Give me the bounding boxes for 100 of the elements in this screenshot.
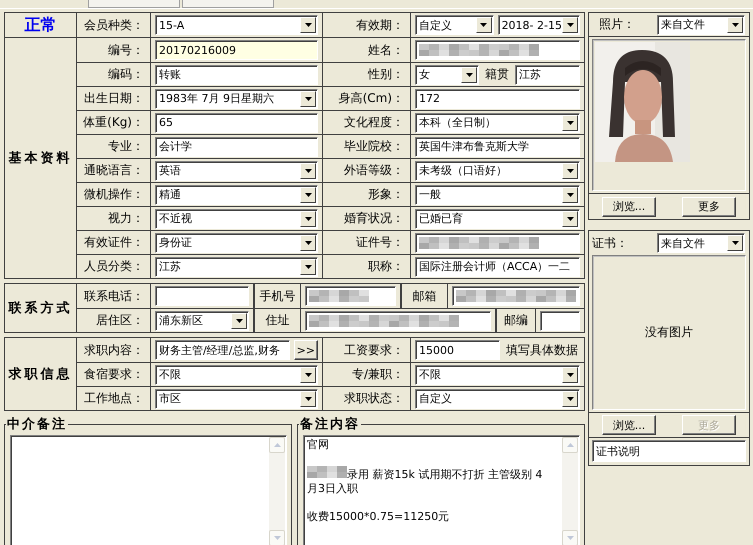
dropdown-field[interactable]: 不限 (415, 364, 580, 384)
dropdown-field[interactable]: 15-A (155, 15, 318, 35)
field-label: 人员分类： (84, 258, 144, 275)
field-label: 工作地点： (84, 390, 144, 407)
dropdown-arrow-button[interactable] (562, 186, 578, 202)
dropdown-arrow-button[interactable] (231, 312, 247, 328)
dropdown-arrow-button[interactable] (562, 366, 578, 382)
text-field[interactable]: 财务主管/经理/总监,财务 (155, 340, 290, 360)
field-label: 出生日期： (84, 90, 144, 107)
dropdown-arrow-button[interactable] (300, 258, 316, 274)
dropdown-field[interactable]: 不限 (155, 364, 318, 384)
dropdown-arrow-button[interactable] (300, 17, 316, 33)
dropdown-field[interactable]: 精通 (155, 184, 318, 204)
field-label: 毕业院校： (344, 138, 404, 155)
text-field[interactable] (415, 40, 580, 60)
caret-icon (732, 22, 738, 26)
group-title: 备注内容 (299, 416, 361, 433)
dropdown-field[interactable]: 自定义 (415, 15, 494, 35)
text-field[interactable]: 江苏 (515, 64, 580, 84)
caret-icon (304, 192, 312, 196)
field-label: 专/兼职： (352, 366, 404, 383)
caret-icon (566, 216, 574, 220)
text-field[interactable]: 15000 (415, 340, 500, 360)
dropdown-arrow-button[interactable] (300, 234, 316, 250)
caret-icon (304, 264, 312, 268)
dropdown-arrow-button[interactable] (300, 186, 316, 202)
text-field[interactable]: 英国牛津布鲁克斯大学 (415, 136, 580, 156)
field-label: 职称： (368, 258, 404, 275)
dropdown-field[interactable]: 女 (415, 64, 479, 84)
dropdown-field[interactable]: 本科（全日制） (415, 112, 580, 132)
browse-button[interactable]: 浏览... (602, 415, 656, 435)
dropdown-arrow-button[interactable] (727, 16, 743, 32)
dropdown-field[interactable]: 未考级（口语好） (415, 160, 580, 180)
dropdown-field[interactable]: 来自文件 (657, 14, 745, 34)
dropdown-field[interactable]: 1983年 7月 9日星期六 (155, 88, 318, 108)
dropdown-arrow-button[interactable] (461, 66, 477, 82)
section-title: 基本资料 (8, 150, 72, 167)
remarks-field[interactable]: 官网 录用 薪资15k 试用期不打折 主管级别 4月3日入职 收费15000*0.75=11250元 (303, 435, 580, 545)
dropdown-field[interactable]: 自定义 (415, 388, 580, 408)
browse-button[interactable]: 浏览... (602, 196, 656, 216)
field-label: 会员种类： (84, 16, 144, 34)
text-field[interactable] (415, 232, 580, 252)
text-field[interactable]: 会计学 (155, 136, 318, 156)
field-label: 外语等级： (344, 162, 404, 179)
dropdown-field[interactable]: 已婚已育 (415, 208, 580, 228)
caret-icon (466, 72, 472, 76)
dropdown-arrow-button[interactable] (562, 210, 578, 226)
caret-icon (566, 23, 574, 27)
text-field[interactable]: 65 (155, 112, 318, 132)
field-label: 籍贯 (484, 66, 510, 83)
field-label: 专业： (108, 138, 144, 155)
note-text: 录用 薪资15k 试用期不打折 主管级别 4月3日入职 (307, 466, 544, 496)
dropdown-field[interactable]: 2018- 2-15 (498, 15, 580, 35)
caret-icon (304, 96, 312, 100)
field-label: 姓名： (368, 42, 404, 58)
dropdown-arrow-button[interactable] (562, 162, 578, 178)
text-field[interactable] (452, 286, 580, 306)
dropdown-arrow-button[interactable] (562, 390, 578, 406)
field-label: 有效期： (356, 16, 404, 34)
dropdown-arrow-button[interactable] (300, 366, 316, 382)
dropdown-field[interactable]: 身份证 (155, 232, 318, 252)
text-field[interactable]: 20170216009 (155, 40, 318, 60)
note-text: 官网 (307, 438, 330, 452)
dropdown-arrow-button[interactable] (476, 17, 492, 33)
text-field[interactable] (540, 310, 580, 330)
dropdown-arrow-button[interactable] (300, 210, 316, 226)
caret-icon (304, 216, 312, 220)
text-field[interactable]: 172 (415, 88, 580, 108)
dropdown-arrow-button[interactable] (562, 17, 578, 33)
text-field[interactable] (305, 310, 491, 330)
certificate-caption-field[interactable]: 证书说明 (592, 440, 746, 462)
field-label: 住址 (266, 312, 290, 329)
field-label: 照片： (599, 16, 635, 33)
dropdown-arrow-button[interactable] (300, 162, 316, 178)
caret-icon (304, 372, 312, 376)
dropdown-field[interactable]: 浦东新区 (155, 310, 249, 330)
text-field[interactable] (155, 286, 249, 306)
agency-notes-field[interactable] (10, 435, 287, 545)
dropdown-field[interactable]: 一般 (415, 184, 580, 204)
more-button[interactable]: 更多 (682, 196, 736, 216)
empty-image-text: 没有图片 (645, 324, 693, 341)
field-label: 居住区： (96, 312, 144, 329)
dropdown-arrow-button[interactable] (727, 235, 743, 251)
dropdown-field[interactable]: 市区 (155, 388, 318, 408)
field-label: 视力： (108, 210, 144, 227)
text-field[interactable]: 国际注册会计师（ACCA）一二 (415, 256, 580, 276)
dropdown-field[interactable]: 来自文件 (657, 233, 745, 253)
section-title: 联系方式 (8, 300, 72, 317)
field-label: 求职内容： (84, 342, 144, 358)
dropdown-arrow-button[interactable] (300, 390, 316, 406)
dropdown-arrow-button[interactable] (562, 114, 578, 130)
dropdown-field[interactable]: 不近视 (155, 208, 318, 228)
text-field[interactable]: 转账 (155, 64, 318, 84)
dropdown-field[interactable]: 英语 (155, 160, 318, 180)
text-field[interactable] (305, 286, 396, 306)
caret-icon (566, 396, 574, 400)
dropdown-arrow-button[interactable] (300, 90, 316, 106)
expand-button[interactable]: >> (294, 340, 318, 360)
dropdown-field[interactable]: 江苏 (155, 256, 318, 276)
field-label: 填写具体数据 (505, 342, 579, 358)
